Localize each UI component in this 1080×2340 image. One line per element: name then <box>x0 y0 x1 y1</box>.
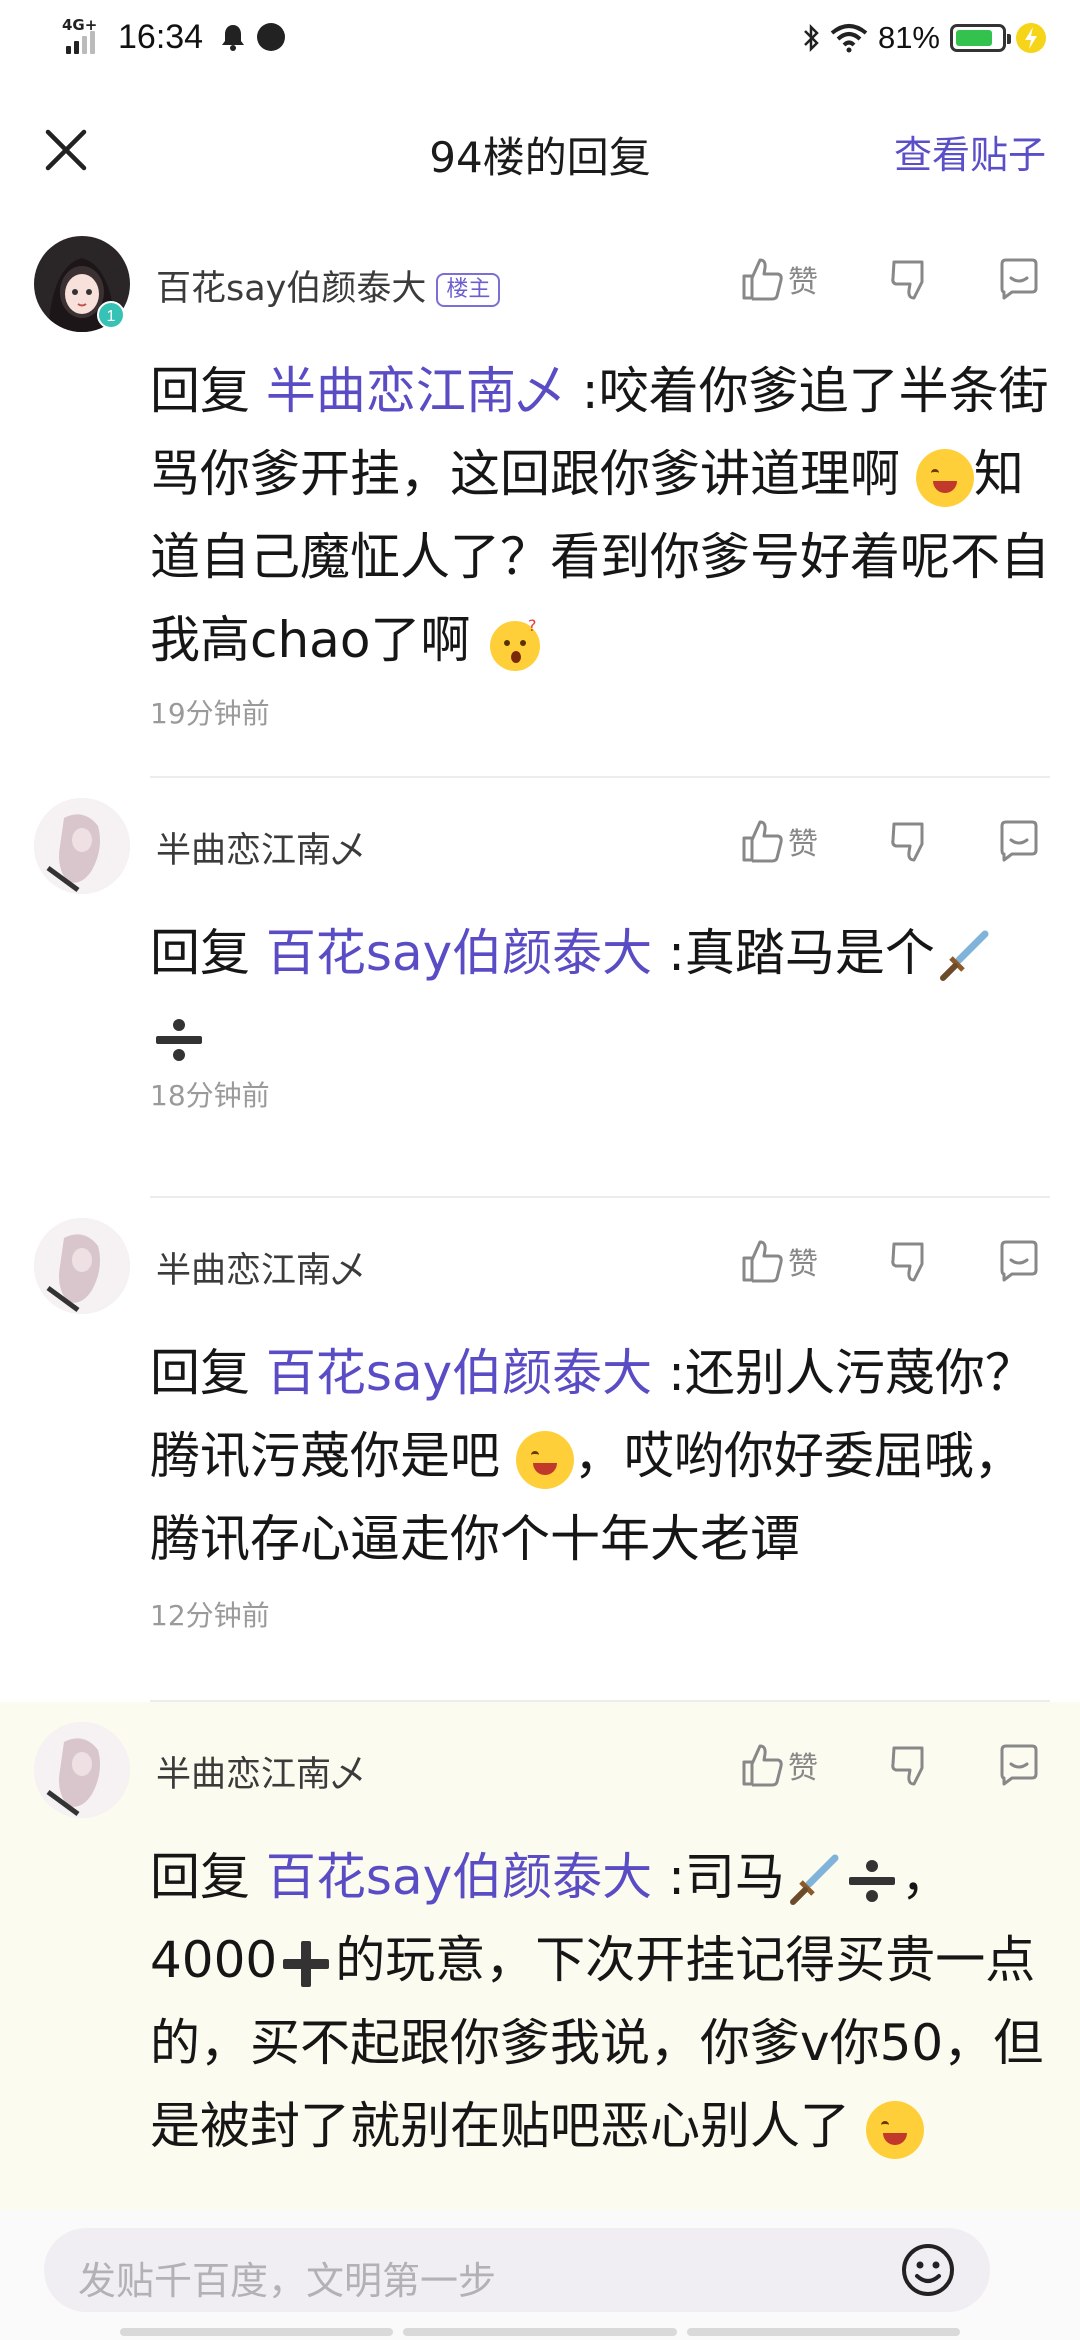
reply-bubble-icon[interactable] <box>996 1742 1042 1788</box>
svg-text:1: 1 <box>107 308 116 325</box>
thumbs-down-icon[interactable] <box>888 256 934 302</box>
comment-username[interactable]: 百花say伯颜泰大 楼主 <box>156 260 501 311</box>
divide-sign-icon <box>848 1859 895 1902</box>
status-time: 16:34 <box>118 17 204 56</box>
mention-link[interactable]: 百花say伯颜泰大 <box>266 1848 652 1906</box>
like-label: 赞 <box>788 827 818 862</box>
list-item: 半曲恋江南乄 赞 回复 百花say伯颜泰大 :司马 ，4000 的玩意，下次开挂记得… <box>0 1702 1080 2210</box>
avatar[interactable] <box>34 798 130 894</box>
mention-link[interactable]: 百花say伯颜泰大 <box>266 1344 652 1402</box>
laughing-emoji-icon <box>515 1430 574 1489</box>
reply-prefix: 回复 <box>150 362 250 420</box>
thumbs-up-icon <box>742 820 783 863</box>
plus-sign-icon <box>283 1940 330 1987</box>
comment-time: 19分钟前 <box>150 697 270 730</box>
avatar[interactable] <box>34 1722 130 1818</box>
status-bar: 4G+ 16:34 81% <box>0 0 1080 84</box>
list-item: 半曲恋江南乄 赞 回复 百花say伯颜泰大 :还别人污蔑你？腾讯污蔑你是吧 ，哎… <box>0 1198 1080 1702</box>
divide-sign-icon <box>156 1018 202 1061</box>
username-text: 半曲恋江南乄 <box>156 831 367 871</box>
comment-text: :真踏马是个 <box>652 924 935 982</box>
comment-actions: 赞 <box>740 1742 1042 1788</box>
battery-percent: 81% <box>877 20 940 55</box>
svg-text:?: ? <box>528 616 537 635</box>
like-button[interactable]: 赞 <box>740 1238 880 1284</box>
comment-actions: 赞 <box>740 818 1042 864</box>
thumbs-down-icon[interactable] <box>888 1742 934 1788</box>
reply-prefix: 回复 <box>150 924 250 982</box>
app-notification-icon <box>257 23 286 51</box>
cellular-signal-icon: 4G+ <box>62 16 110 58</box>
dagger-emoji-icon <box>789 1854 839 1905</box>
comment-input-bar: 发贴千百度，文明第一步 <box>0 2210 1080 2340</box>
home-indicator <box>120 2328 960 2336</box>
comment-actions: 赞 <box>740 256 1042 302</box>
battery-icon <box>950 24 1011 52</box>
username-text: 半曲恋江南乄 <box>156 1755 367 1795</box>
comment-time: 12分钟前 <box>150 1599 270 1632</box>
thumbs-up-icon <box>742 1240 783 1283</box>
thumbs-down-icon[interactable] <box>888 1238 934 1284</box>
like-button[interactable]: 赞 <box>740 818 880 864</box>
comment-username[interactable]: 半曲恋江南乄 <box>156 1242 366 1293</box>
reply-prefix: 回复 <box>150 1344 250 1402</box>
avatar[interactable] <box>34 1218 130 1314</box>
dagger-emoji-icon <box>939 930 989 981</box>
like-button[interactable]: 赞 <box>740 1742 880 1788</box>
top-nav: 94楼的回复 查看贴子 <box>0 84 1080 216</box>
like-label: 赞 <box>788 1751 818 1786</box>
reply-bubble-icon[interactable] <box>996 1238 1042 1284</box>
thumbs-down-icon[interactable] <box>888 818 934 864</box>
charging-bolt-icon <box>1016 23 1046 53</box>
mention-link[interactable]: 百花say伯颜泰大 <box>266 924 652 982</box>
username-text: 百花say伯颜泰大 <box>156 269 427 309</box>
comment-body: 回复 半曲恋江南乄 :咬着你爹追了半条街骂你爹开挂，这回跟你爹讲道理啊 知道自己… <box>150 350 1052 682</box>
list-item: 半曲恋江南乄 赞 回复 百花say伯颜泰大 :真踏马是个 18分钟前 <box>0 778 1080 1198</box>
thumbs-up-icon <box>742 258 783 301</box>
like-button[interactable]: 赞 <box>740 256 880 302</box>
comment-body: 回复 百花say伯颜泰大 :还别人污蔑你？腾讯污蔑你是吧 ，哎哟你好委屈哦，腾讯… <box>150 1332 1052 1581</box>
emoji-button-icon[interactable] <box>900 2242 956 2298</box>
comment-body: 回复 百花say伯颜泰大 :司马 ，4000 的玩意，下次开挂记得买贵一点的，买不起… <box>150 1836 1052 2168</box>
reply-prefix: 回复 <box>150 1848 250 1906</box>
reply-bubble-icon[interactable] <box>996 256 1042 302</box>
like-label: 赞 <box>788 1247 818 1282</box>
input-placeholder: 发贴千百度，文明第一步 <box>78 2259 497 2303</box>
confused-emoji-icon: ? <box>490 616 541 671</box>
list-item: 1 百花say伯颜泰大 楼主 赞 回复 半曲恋江南乄 :咬着你爹追了半条街骂你爹开… <box>0 216 1080 778</box>
grinning-emoji-icon <box>915 448 974 507</box>
username-text: 半曲恋江南乄 <box>156 1251 367 1291</box>
comment-username[interactable]: 半曲恋江南乄 <box>156 1746 366 1797</box>
mention-link[interactable]: 半曲恋江南乄 <box>266 362 566 420</box>
comment-text: :司马 <box>652 1848 785 1906</box>
comment-actions: 赞 <box>740 1238 1042 1284</box>
reply-bubble-icon[interactable] <box>996 818 1042 864</box>
wifi-icon <box>830 24 868 53</box>
bluetooth-icon <box>804 23 819 53</box>
thumbs-up-icon <box>742 1744 783 1787</box>
view-post-link[interactable]: 查看贴子 <box>894 124 1046 179</box>
op-badge: 楼主 <box>436 273 501 307</box>
like-label: 赞 <box>788 265 818 300</box>
level-badge-icon: 1 <box>97 301 125 329</box>
laughing-emoji-icon <box>865 2100 924 2159</box>
comment-input[interactable]: 发贴千百度，文明第一步 <box>44 2228 990 2312</box>
notification-bell-icon <box>222 25 245 51</box>
comment-body: 回复 百花say伯颜泰大 :真踏马是个 <box>150 912 1052 1078</box>
comment-username[interactable]: 半曲恋江南乄 <box>156 822 366 873</box>
comment-time: 18分钟前 <box>150 1079 270 1112</box>
